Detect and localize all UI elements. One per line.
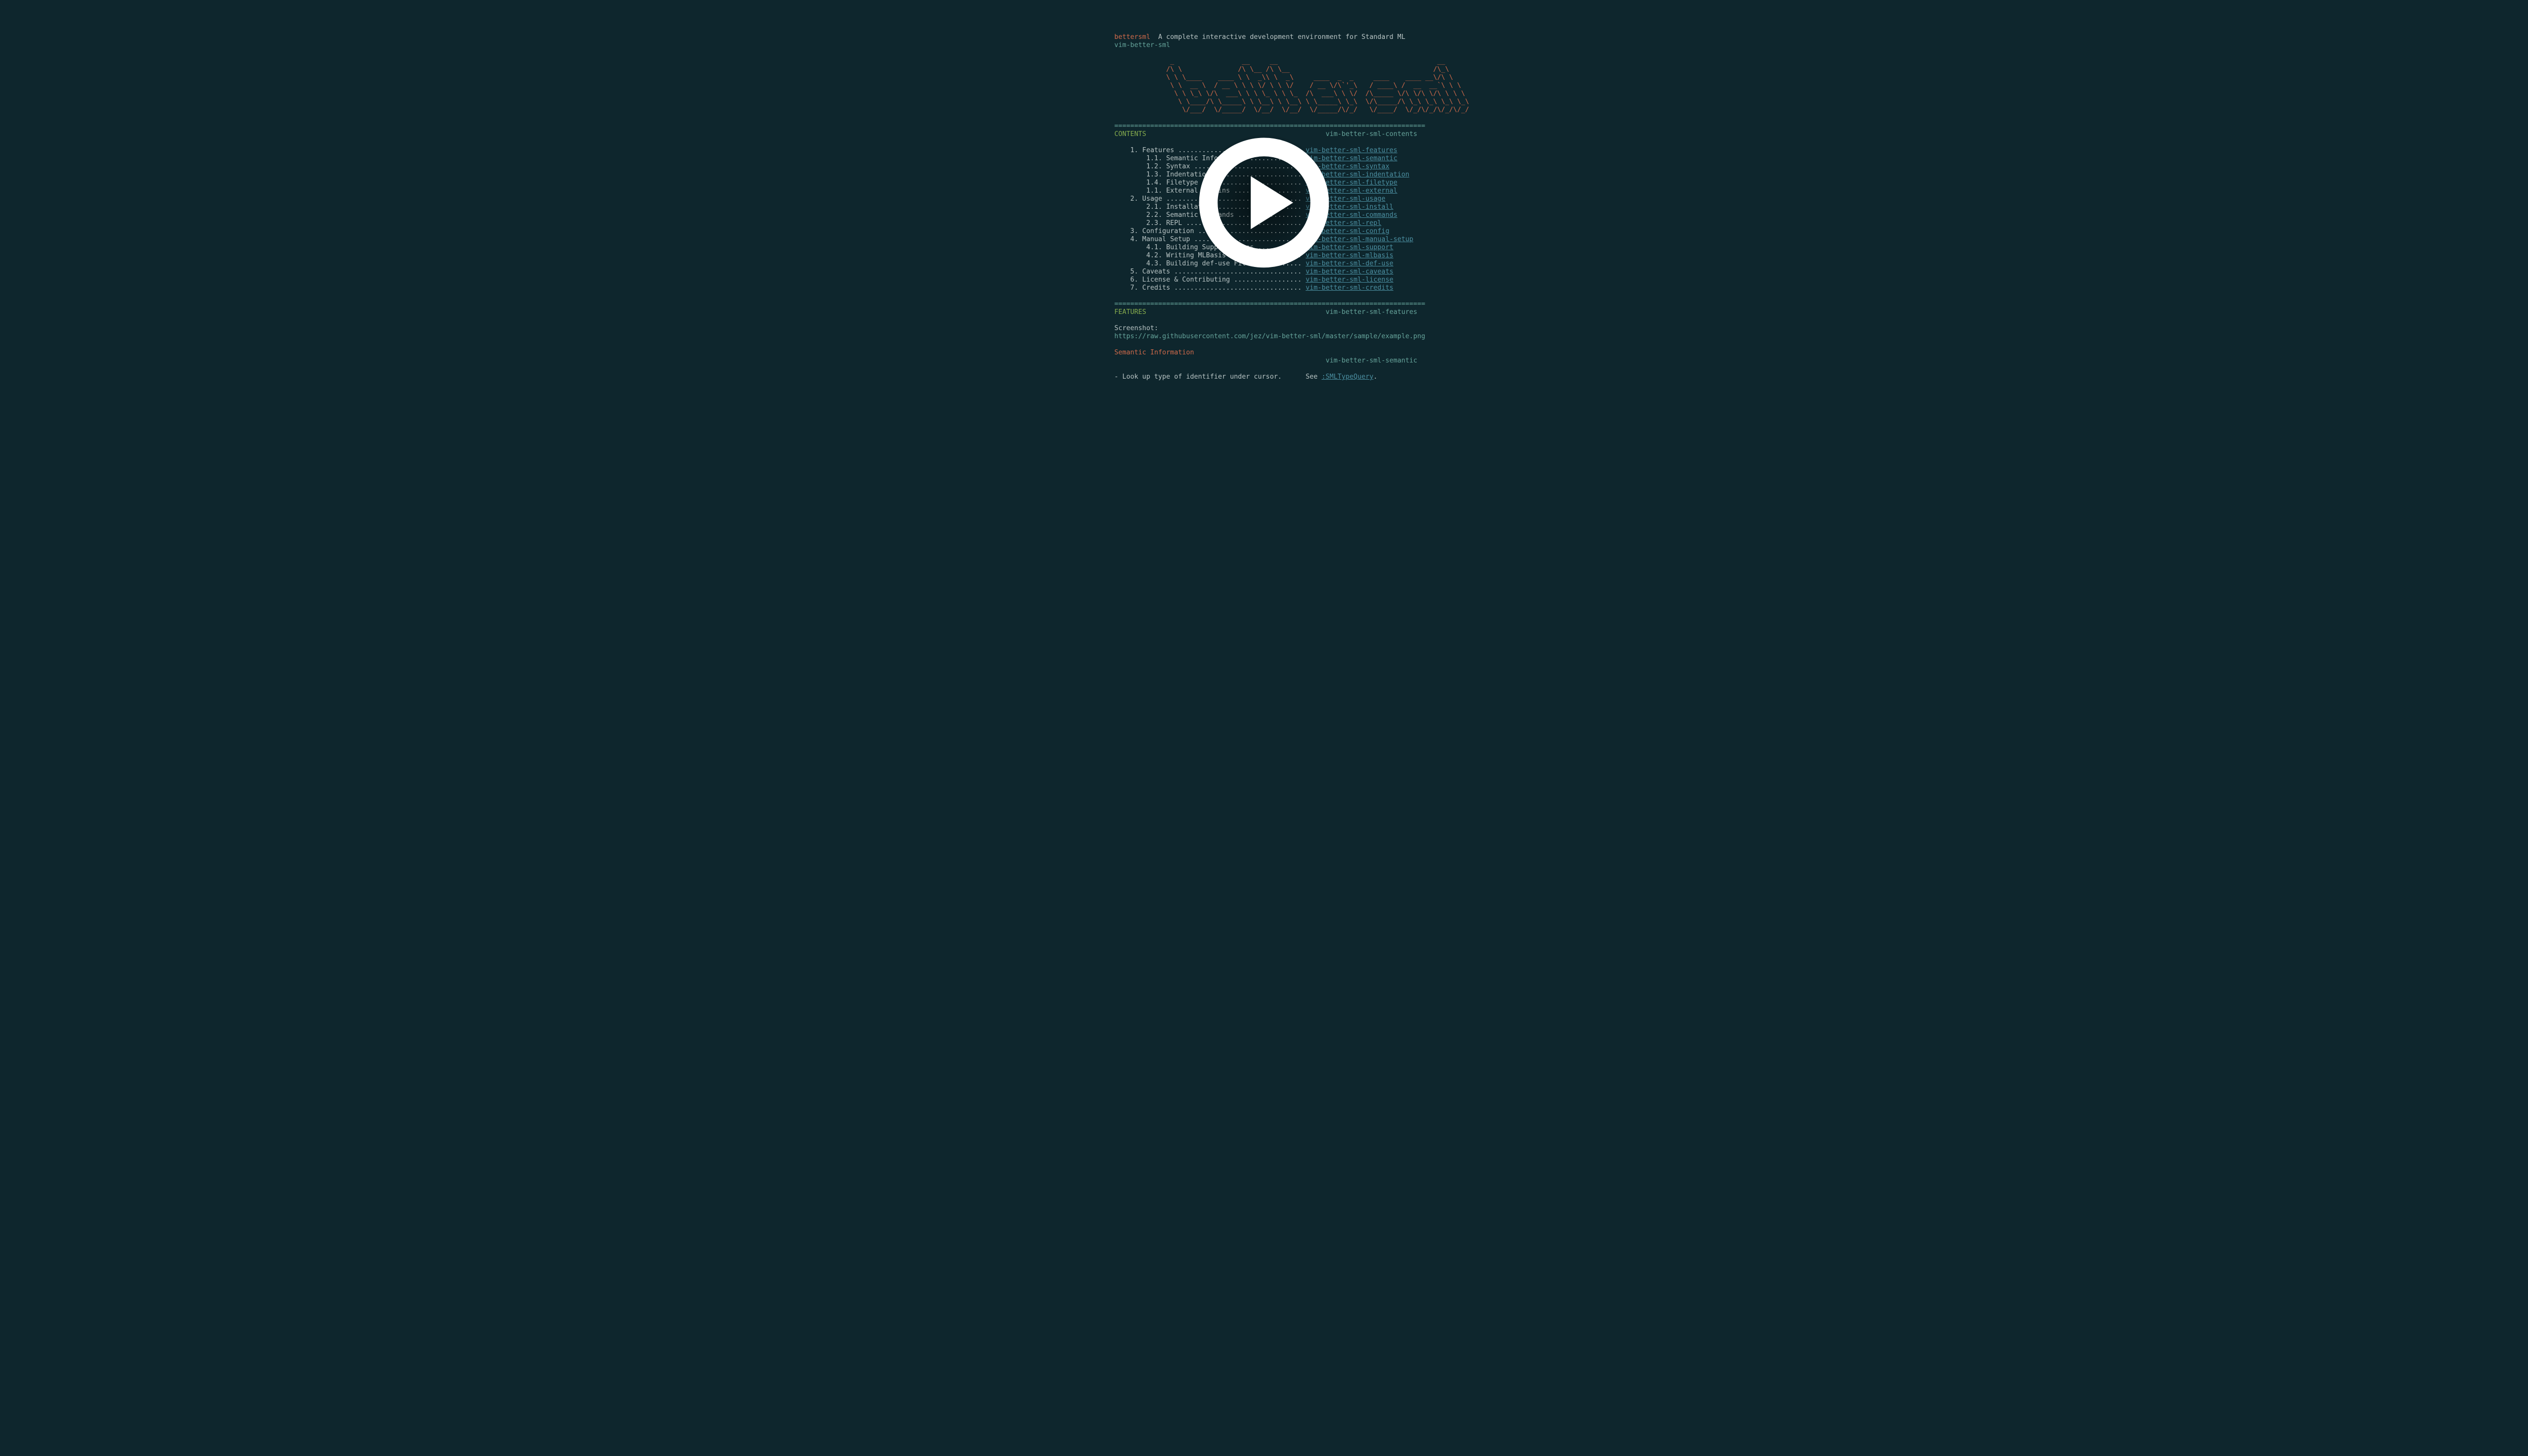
section-tag: vim-better-sml-features (1326, 308, 1417, 316)
ascii-art-line: \ \ __ \ / __ \ \ \ \/ \ \ \/ / __ \/\`'… (1114, 82, 1461, 89)
terminal-screen: bettersml A complete interactive develop… (896, 0, 1632, 414)
feature-bullet-link[interactable]: :SMLTypeQuery (1322, 373, 1373, 381)
subsection-heading-semantic: Semantic Information (1114, 349, 1194, 356)
ascii-art-line: \/___/ \/_____/ \/__/ \/__/ \/_____/\/_/… (1114, 106, 1469, 114)
section-heading-contents: CONTENTS (1114, 130, 1146, 138)
doc-title: bettersml (1114, 33, 1150, 41)
section-rule: ========================================… (1114, 300, 1425, 308)
screenshot-url: https://raw.githubusercontent.com/jez/vi… (1114, 333, 1425, 340)
ascii-art-line: \ \ \____ ____ \ \ _\\ \ _\ ____ _ _ ___… (1114, 74, 1453, 81)
feature-bullet-suffix: . (1373, 373, 1377, 381)
toc-line-text: 6. License & Contributing ..............… (1114, 276, 1302, 284)
toc-link[interactable]: vim-better-sml-license (1305, 276, 1393, 284)
ascii-art-line: _ __ __ __ (1114, 58, 1445, 65)
doc-tagline: A complete interactive development envir… (1150, 33, 1406, 41)
play-button[interactable] (1196, 134, 1332, 271)
toc-link[interactable]: vim-better-sml-credits (1305, 284, 1393, 292)
section-heading-features: FEATURES (1114, 308, 1146, 316)
ascii-art-line: /\ \ /\ \__ /\ \__ /\_\ (1114, 66, 1449, 73)
doc-plugin-tag: vim-better-sml (1114, 41, 1170, 49)
play-icon (1198, 136, 1330, 269)
section-tag: vim-better-sml-semantic (1326, 357, 1417, 365)
section-tag: vim-better-sml-contents (1326, 130, 1417, 138)
screenshot-label: Screenshot: (1114, 325, 1158, 332)
section-rule: ========================================… (1114, 122, 1425, 130)
toc-line-text: 7. Credits .............................… (1114, 284, 1302, 292)
toc-link[interactable]: vim-better-sml-caveats (1305, 268, 1393, 276)
feature-bullet-text: - Look up type of identifier under curso… (1114, 373, 1322, 381)
ascii-art-line: \ \ \_\ \/\ ___\ \ \ \_ \ \ \_ /\ ___\ \… (1114, 90, 1465, 98)
ascii-art-line: \ \____/\ \_____\ \ \__\ \ \__\ \ \_____… (1114, 98, 1469, 106)
